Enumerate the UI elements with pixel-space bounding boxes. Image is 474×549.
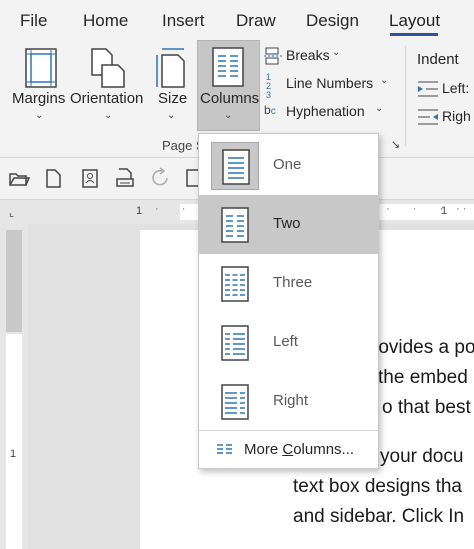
contact-card-icon[interactable] [79, 166, 101, 190]
size-button[interactable]: Size ⌄ [152, 40, 194, 130]
columns-option-label: One [273, 156, 302, 173]
columns-option-label: Three [273, 274, 313, 291]
chevron-down-icon: ⌄ [167, 110, 176, 121]
tab-design[interactable]: Design [306, 11, 359, 31]
chevron-down-icon: ⌄ [380, 75, 389, 86]
vertical-ruler-margin [6, 230, 22, 332]
more-columns-item[interactable]: More Columns... [199, 431, 378, 468]
document-text-line: text box designs tha [293, 476, 462, 497]
document-text-line: o that best [382, 397, 471, 418]
indent-left-icon [418, 81, 438, 97]
breaks-icon [264, 47, 282, 65]
vertical-ruler-text-area [6, 334, 22, 549]
columns-option-label: Right [273, 392, 309, 409]
columns-option-left[interactable]: Left [199, 313, 378, 372]
columns-option-right[interactable]: Right [199, 372, 378, 431]
columns-button[interactable]: Columns ⌄ [197, 40, 260, 131]
ruler-mark: 1 [441, 205, 448, 217]
breaks-button[interactable]: Breaks ⌄ [264, 45, 388, 67]
hyphenation-button[interactable]: bc Hyphenation ⌄ [264, 101, 394, 123]
size-icon [156, 48, 185, 88]
indent-right-icon [418, 109, 438, 125]
indent-left-label: Left: [442, 80, 470, 96]
hyphenation-label: Hyphenation [286, 103, 365, 119]
margins-label: Margins [12, 90, 66, 107]
redo-icon[interactable] [150, 166, 172, 190]
tab-file[interactable]: File [20, 11, 47, 31]
tab-home[interactable]: Home [83, 11, 128, 31]
indent-left-field[interactable]: Left: [418, 78, 474, 100]
margins-icon [25, 48, 57, 88]
chevron-down-icon: ⌄ [35, 110, 44, 121]
dialog-launcher-icon[interactable]: ↘ [391, 138, 400, 151]
hyphenation-icon: bc [264, 103, 276, 117]
document-text-line: the embed [378, 367, 468, 388]
two-columns-icon [221, 207, 249, 243]
line-numbers-label: Line Numbers [286, 75, 374, 91]
columns-option-two[interactable]: Two [199, 195, 378, 254]
indent-right-label: Righ [442, 108, 471, 124]
three-columns-icon [221, 266, 249, 302]
open-folder-icon[interactable] [8, 166, 30, 190]
columns-option-one[interactable]: One [199, 136, 378, 195]
columns-label: Columns [200, 90, 260, 107]
chevron-down-icon: ⌄ [332, 47, 341, 58]
columns-option-label: Two [273, 215, 301, 232]
chevron-down-icon: ⌄ [224, 110, 233, 121]
tab-layout[interactable]: Layout [389, 11, 440, 31]
active-tab-indicator [390, 33, 438, 36]
more-columns-icon [217, 444, 232, 454]
tab-stop-icon[interactable]: ⌞ [9, 206, 14, 219]
ruler-mark: 1 [136, 205, 143, 217]
more-columns-label: More Columns... [244, 441, 355, 458]
right-column-icon [221, 384, 249, 420]
group-separator [405, 46, 406, 146]
tab-draw[interactable]: Draw [236, 11, 276, 31]
line-numbers-button[interactable]: 123 Line Numbers ⌄ [264, 73, 394, 100]
document-text-line: and sidebar. Click In [293, 506, 465, 527]
one-column-icon [222, 149, 250, 185]
columns-icon [212, 47, 244, 87]
margins-button[interactable]: Margins ⌄ [12, 40, 68, 130]
ruler-ticks: · · [456, 203, 467, 215]
chevron-down-icon: ⌄ [375, 103, 384, 114]
document-text-line: your docu [380, 446, 464, 467]
indent-heading: Indent [417, 51, 459, 68]
columns-dropdown-menu: One Two Three Left Right More Columns... [198, 133, 379, 469]
indent-right-field[interactable]: Righ [418, 106, 474, 128]
size-label: Size [158, 90, 188, 107]
line-numbers-icon: 123 [266, 72, 272, 100]
orientation-label: Orientation [70, 90, 144, 107]
columns-option-three[interactable]: Three [199, 254, 378, 313]
orientation-icon [91, 48, 125, 88]
orientation-button[interactable]: Orientation ⌄ [70, 40, 148, 130]
tab-insert[interactable]: Insert [162, 11, 205, 31]
vertical-ruler-mark: 1 [10, 448, 17, 460]
new-document-icon[interactable] [42, 166, 64, 190]
left-column-icon [221, 325, 249, 361]
columns-option-label: Left [273, 333, 299, 350]
ruler-corner[interactable]: ⌞ [0, 200, 28, 224]
ribbon-tab-bar: File Home Insert Draw Design Layout [0, 0, 474, 40]
document-text-line: rovides a po [372, 337, 474, 358]
print-preview-icon[interactable] [114, 166, 136, 190]
chevron-down-icon: ⌄ [104, 110, 113, 121]
breaks-label: Breaks [286, 47, 330, 63]
